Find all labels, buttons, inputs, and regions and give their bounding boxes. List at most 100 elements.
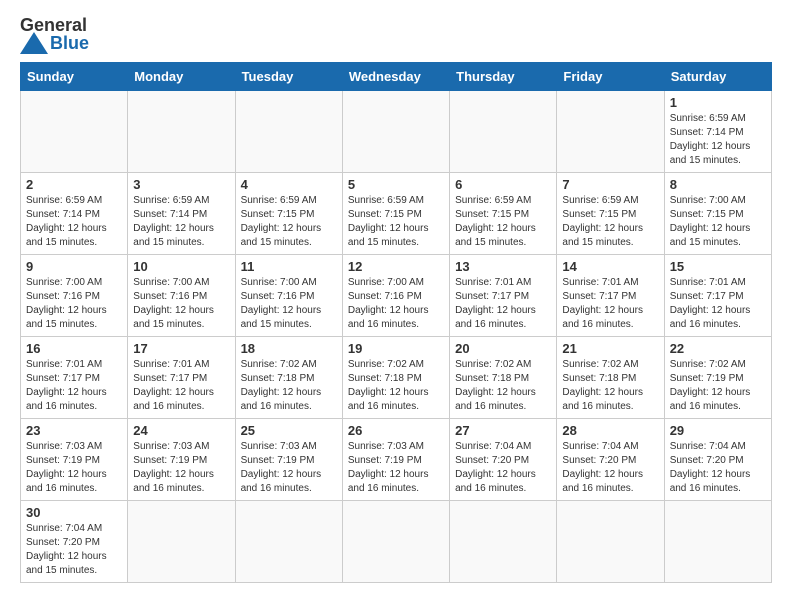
- day-number: 1: [670, 95, 766, 110]
- day-info: Sunrise: 7:01 AM Sunset: 7:17 PM Dayligh…: [26, 358, 122, 414]
- day-info: Sunrise: 7:04 AM Sunset: 7:20 PM Dayligh…: [26, 522, 122, 578]
- calendar-cell: 7Sunrise: 6:59 AM Sunset: 7:15 PM Daylig…: [557, 173, 664, 255]
- day-info: Sunrise: 7:01 AM Sunset: 7:17 PM Dayligh…: [455, 276, 551, 332]
- day-info: Sunrise: 7:02 AM Sunset: 7:18 PM Dayligh…: [241, 358, 337, 414]
- day-number: 24: [133, 423, 229, 438]
- weekday-header-row: SundayMondayTuesdayWednesdayThursdayFrid…: [21, 63, 772, 91]
- weekday-header: Thursday: [450, 63, 557, 91]
- day-number: 9: [26, 259, 122, 274]
- calendar-cell: [128, 91, 235, 173]
- day-info: Sunrise: 6:59 AM Sunset: 7:15 PM Dayligh…: [348, 194, 444, 250]
- day-number: 16: [26, 341, 122, 356]
- calendar-cell: [342, 91, 449, 173]
- weekday-header: Tuesday: [235, 63, 342, 91]
- calendar-cell: 18 Sunrise: 7:02 AM Sunset: 7:18 PM Dayli…: [235, 337, 342, 419]
- day-number: 28: [562, 423, 658, 438]
- day-number: 22: [670, 341, 766, 356]
- calendar-cell: 4Sunrise: 6:59 AM Sunset: 7:15 PM Daylig…: [235, 173, 342, 255]
- calendar-row: 1 Sunrise: 6:59 AM Sunset: 7:14 PM Daylig…: [21, 91, 772, 173]
- calendar-cell: 11 Sunrise: 7:00 AM Sunset: 7:16 PM Dayli…: [235, 255, 342, 337]
- calendar-cell: 30 Sunrise: 7:04 AM Sunset: 7:20 PM Dayli…: [21, 501, 128, 583]
- day-number: 15: [670, 259, 766, 274]
- calendar-cell: 9 Sunrise: 7:00 AM Sunset: 7:16 PM Daylig…: [21, 255, 128, 337]
- calendar-cell: 15 Sunrise: 7:01 AM Sunset: 7:17 PM Dayli…: [664, 255, 771, 337]
- calendar-cell: [450, 501, 557, 583]
- calendar-cell: [21, 91, 128, 173]
- calendar-cell: 27Sunrise: 7:04 AM Sunset: 7:20 PM Dayli…: [450, 419, 557, 501]
- day-number: 21: [562, 341, 658, 356]
- logo: General Blue: [20, 16, 89, 54]
- day-info: Sunrise: 7:04 AM Sunset: 7:20 PM Dayligh…: [670, 440, 766, 496]
- day-info: Sunrise: 6:59 AM Sunset: 7:14 PM Dayligh…: [670, 112, 766, 168]
- calendar-cell: 3 Sunrise: 6:59 AM Sunset: 7:14 PM Daylig…: [128, 173, 235, 255]
- day-number: 10: [133, 259, 229, 274]
- calendar-cell: 2 Sunrise: 6:59 AM Sunset: 7:14 PM Daylig…: [21, 173, 128, 255]
- day-info: Sunrise: 7:03 AM Sunset: 7:19 PM Dayligh…: [241, 440, 337, 496]
- day-number: 12: [348, 259, 444, 274]
- day-info: Sunrise: 7:03 AM Sunset: 7:19 PM Dayligh…: [348, 440, 444, 496]
- day-info: Sunrise: 7:00 AM Sunset: 7:16 PM Dayligh…: [348, 276, 444, 332]
- day-info: Sunrise: 7:04 AM Sunset: 7:20 PM Dayligh…: [562, 440, 658, 496]
- day-info: Sunrise: 7:04 AM Sunset: 7:20 PM Dayligh…: [455, 440, 551, 496]
- day-number: 19: [348, 341, 444, 356]
- calendar-cell: 16 Sunrise: 7:01 AM Sunset: 7:17 PM Dayli…: [21, 337, 128, 419]
- calendar-cell: 26 Sunrise: 7:03 AM Sunset: 7:19 PM Dayli…: [342, 419, 449, 501]
- calendar-cell: [450, 91, 557, 173]
- logo-icon: [20, 32, 48, 54]
- calendar-cell: [235, 501, 342, 583]
- calendar-cell: 1 Sunrise: 6:59 AM Sunset: 7:14 PM Daylig…: [664, 91, 771, 173]
- day-number: 6: [455, 177, 551, 192]
- day-number: 30: [26, 505, 122, 520]
- calendar-cell: 22 Sunrise: 7:02 AM Sunset: 7:19 PM Dayli…: [664, 337, 771, 419]
- day-info: Sunrise: 7:03 AM Sunset: 7:19 PM Dayligh…: [26, 440, 122, 496]
- calendar-cell: 12 Sunrise: 7:00 AM Sunset: 7:16 PM Dayli…: [342, 255, 449, 337]
- weekday-header: Friday: [557, 63, 664, 91]
- calendar-row: 16 Sunrise: 7:01 AM Sunset: 7:17 PM Dayli…: [21, 337, 772, 419]
- calendar-row: 2 Sunrise: 6:59 AM Sunset: 7:14 PM Daylig…: [21, 173, 772, 255]
- calendar-cell: 14Sunrise: 7:01 AM Sunset: 7:17 PM Dayli…: [557, 255, 664, 337]
- weekday-header: Wednesday: [342, 63, 449, 91]
- day-number: 2: [26, 177, 122, 192]
- weekday-header: Monday: [128, 63, 235, 91]
- day-info: Sunrise: 6:59 AM Sunset: 7:14 PM Dayligh…: [133, 194, 229, 250]
- day-number: 18: [241, 341, 337, 356]
- calendar-cell: 29 Sunrise: 7:04 AM Sunset: 7:20 PM Dayli…: [664, 419, 771, 501]
- day-info: Sunrise: 7:00 AM Sunset: 7:15 PM Dayligh…: [670, 194, 766, 250]
- day-number: 20: [455, 341, 551, 356]
- day-info: Sunrise: 7:02 AM Sunset: 7:18 PM Dayligh…: [562, 358, 658, 414]
- day-info: Sunrise: 6:59 AM Sunset: 7:15 PM Dayligh…: [241, 194, 337, 250]
- day-info: Sunrise: 7:00 AM Sunset: 7:16 PM Dayligh…: [133, 276, 229, 332]
- day-number: 8: [670, 177, 766, 192]
- day-info: Sunrise: 7:00 AM Sunset: 7:16 PM Dayligh…: [26, 276, 122, 332]
- day-info: Sunrise: 7:03 AM Sunset: 7:19 PM Dayligh…: [133, 440, 229, 496]
- calendar-row: 23 Sunrise: 7:03 AM Sunset: 7:19 PM Dayli…: [21, 419, 772, 501]
- calendar-cell: 25 Sunrise: 7:03 AM Sunset: 7:19 PM Dayli…: [235, 419, 342, 501]
- day-number: 26: [348, 423, 444, 438]
- calendar-cell: [235, 91, 342, 173]
- calendar-cell: 10 Sunrise: 7:00 AM Sunset: 7:16 PM Dayli…: [128, 255, 235, 337]
- day-info: Sunrise: 7:02 AM Sunset: 7:18 PM Dayligh…: [348, 358, 444, 414]
- calendar: SundayMondayTuesdayWednesdayThursdayFrid…: [20, 62, 772, 583]
- calendar-cell: 28 Sunrise: 7:04 AM Sunset: 7:20 PM Dayli…: [557, 419, 664, 501]
- day-info: Sunrise: 6:59 AM Sunset: 7:15 PM Dayligh…: [455, 194, 551, 250]
- day-number: 13: [455, 259, 551, 274]
- day-number: 29: [670, 423, 766, 438]
- day-info: Sunrise: 7:01 AM Sunset: 7:17 PM Dayligh…: [670, 276, 766, 332]
- header: General Blue: [20, 16, 772, 54]
- calendar-cell: [557, 91, 664, 173]
- weekday-header: Saturday: [664, 63, 771, 91]
- day-number: 23: [26, 423, 122, 438]
- calendar-cell: 23 Sunrise: 7:03 AM Sunset: 7:19 PM Dayli…: [21, 419, 128, 501]
- calendar-row: 9 Sunrise: 7:00 AM Sunset: 7:16 PM Daylig…: [21, 255, 772, 337]
- day-info: Sunrise: 7:00 AM Sunset: 7:16 PM Dayligh…: [241, 276, 337, 332]
- weekday-header: Sunday: [21, 63, 128, 91]
- calendar-row: 30 Sunrise: 7:04 AM Sunset: 7:20 PM Dayli…: [21, 501, 772, 583]
- day-number: 11: [241, 259, 337, 274]
- calendar-cell: 21 Sunrise: 7:02 AM Sunset: 7:18 PM Dayli…: [557, 337, 664, 419]
- calendar-cell: [128, 501, 235, 583]
- day-info: Sunrise: 6:59 AM Sunset: 7:14 PM Dayligh…: [26, 194, 122, 250]
- day-number: 25: [241, 423, 337, 438]
- day-number: 3: [133, 177, 229, 192]
- calendar-cell: 13 Sunrise: 7:01 AM Sunset: 7:17 PM Dayli…: [450, 255, 557, 337]
- day-info: Sunrise: 7:02 AM Sunset: 7:19 PM Dayligh…: [670, 358, 766, 414]
